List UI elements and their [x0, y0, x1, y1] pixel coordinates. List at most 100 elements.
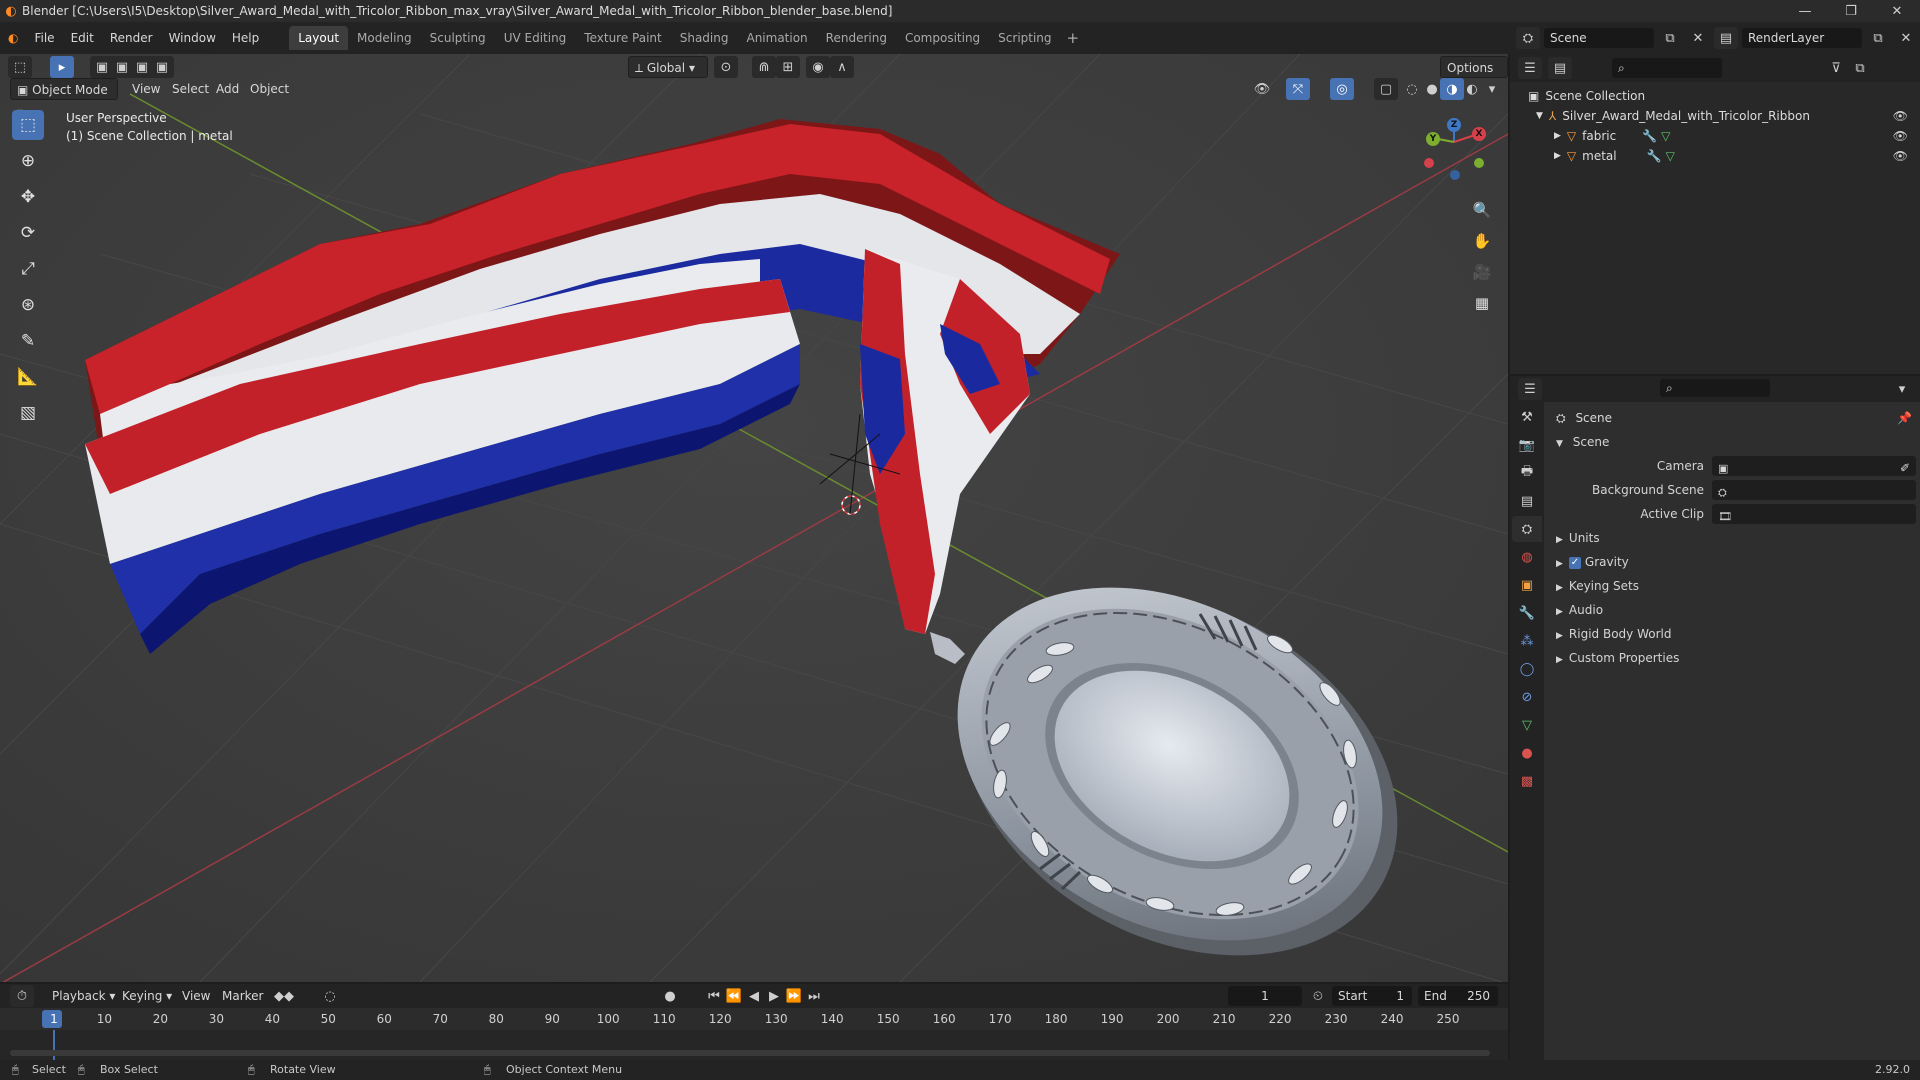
keyframe-toggle-icon[interactable]: ◌: [318, 985, 342, 1007]
material-tab-icon[interactable]: ●: [1512, 740, 1542, 766]
properties-editor-type-icon[interactable]: ☰: [1518, 378, 1542, 400]
gizmo-neg-z-axis[interactable]: [1450, 170, 1460, 180]
blender-menu-icon[interactable]: ◐: [0, 27, 26, 49]
zoom-icon[interactable]: 🔍: [1468, 196, 1496, 224]
orientation-dropdown[interactable]: ⟂ Global ▾: [628, 56, 708, 78]
current-frame-field[interactable]: 1: [1228, 986, 1302, 1006]
tool-tab-icon[interactable]: ⚒: [1512, 404, 1542, 430]
particles-tab-icon[interactable]: ⁂: [1512, 628, 1542, 654]
outliner-search-input[interactable]: ⌕: [1612, 58, 1722, 78]
viewport-menu-object[interactable]: Object: [244, 78, 295, 100]
expand-arrow-icon[interactable]: ▶: [1554, 146, 1561, 166]
add-cube-tool-icon[interactable]: ▧: [12, 398, 44, 428]
menu-window[interactable]: Window: [161, 27, 224, 49]
transform-tool-icon[interactable]: ⊛: [12, 290, 44, 320]
active-clip-field[interactable]: 🎞: [1712, 504, 1916, 524]
snap-icon[interactable]: ⋒: [752, 56, 776, 78]
timeline-editor-type-icon[interactable]: ⏱: [10, 985, 34, 1007]
falloff-icon[interactable]: ∧: [830, 56, 854, 78]
gizmo-y-axis[interactable]: Y: [1426, 132, 1440, 146]
timeline-menu-playback[interactable]: Playback ▾: [46, 985, 121, 1007]
texture-tab-icon[interactable]: ▩: [1512, 768, 1542, 794]
editor-type-icon[interactable]: ⬚: [8, 56, 32, 78]
visibility-eye-icon[interactable]: 👁: [1893, 146, 1908, 166]
navigation-gizmo[interactable]: Z X Y: [1420, 112, 1500, 192]
start-frame-field[interactable]: Start 1: [1332, 986, 1412, 1006]
keying-sets-panel-header[interactable]: ▶ Keying Sets: [1546, 574, 1920, 598]
expand-arrow-icon[interactable]: ▶: [1554, 126, 1561, 146]
tab-compositing[interactable]: Compositing: [896, 26, 989, 50]
render-tab-icon[interactable]: 📷: [1512, 432, 1542, 458]
tab-shading[interactable]: Shading: [671, 26, 738, 50]
tab-rendering[interactable]: Rendering: [817, 26, 896, 50]
options-dropdown[interactable]: Options ▾: [1440, 56, 1508, 97]
world-tab-icon[interactable]: ◍: [1512, 544, 1542, 570]
overlays-toggle-icon[interactable]: ◎: [1330, 78, 1354, 100]
viewport-menu-add[interactable]: Add: [210, 78, 245, 100]
mode-dropdown[interactable]: ▣ Object Mode ▾: [10, 78, 118, 119]
menu-edit[interactable]: Edit: [63, 27, 102, 49]
new-collection-icon[interactable]: ⧉: [1848, 57, 1872, 79]
timeline-menu-marker[interactable]: Marker: [216, 985, 269, 1007]
output-tab-icon[interactable]: 🖶: [1512, 460, 1542, 486]
annotate-tool-icon[interactable]: ✎: [12, 326, 44, 356]
scene-panel-header[interactable]: ▼ Scene: [1546, 430, 1920, 454]
timeline-track-area[interactable]: [0, 1030, 1508, 1060]
gravity-checkbox[interactable]: ✓: [1568, 556, 1581, 569]
camera-field[interactable]: ▣ ✐: [1712, 456, 1916, 476]
proportional-edit-icon[interactable]: ◉: [806, 56, 830, 78]
xray-toggle-icon[interactable]: ▢: [1374, 78, 1398, 100]
tab-animation[interactable]: Animation: [737, 26, 816, 50]
gizmo-toggle-icon[interactable]: ⤧: [1286, 78, 1310, 100]
filter-icon[interactable]: ⊽: [1824, 57, 1848, 79]
eyedropper-icon[interactable]: ✐: [1900, 456, 1910, 480]
scene-tab-icon[interactable]: ⛭: [1512, 516, 1542, 542]
pivot-point-icon[interactable]: ⊙: [714, 56, 738, 78]
timeline-scrollbar[interactable]: [10, 1050, 1490, 1056]
close-icon[interactable]: ✕: [1874, 0, 1920, 22]
tree-collection-medal[interactable]: ▼ ⅄ Silver_Award_Medal_with_Tricolor_Rib…: [1510, 106, 1920, 126]
select-box-tool-icon[interactable]: ⬚: [12, 110, 44, 140]
gizmo-neg-x-axis[interactable]: [1424, 158, 1434, 168]
gizmo-z-axis[interactable]: Z: [1447, 118, 1461, 132]
outliner-editor-type-icon[interactable]: ☰: [1518, 57, 1542, 79]
scene-type-icon[interactable]: ⛭: [1516, 27, 1540, 49]
view-layer-icon[interactable]: ▤: [1714, 27, 1738, 49]
scene-name-field[interactable]: Scene: [1544, 28, 1654, 48]
pin-icon[interactable]: 📌: [1897, 406, 1912, 430]
gizmo-x-axis[interactable]: X: [1472, 127, 1486, 141]
menu-file[interactable]: File: [26, 27, 62, 49]
audio-panel-header[interactable]: ▶ Audio: [1546, 598, 1920, 622]
move-tool-icon[interactable]: ✥: [12, 182, 44, 212]
delete-view-layer-icon[interactable]: ✕: [1894, 27, 1918, 49]
timeline-menu-keying[interactable]: Keying ▾: [116, 985, 178, 1007]
new-scene-icon[interactable]: ⧉: [1658, 27, 1682, 49]
visibility-icon[interactable]: 👁: [1250, 78, 1274, 100]
jump-end-icon[interactable]: ⏭: [802, 985, 826, 1007]
select-intersect-icon[interactable]: ▣: [150, 56, 174, 78]
shading-options-icon[interactable]: ▾: [1480, 78, 1504, 100]
physics-tab-icon[interactable]: ◯: [1512, 656, 1542, 682]
tree-object-metal[interactable]: ▶ ▽ metal 🔧 ▽ 👁: [1510, 146, 1920, 166]
menu-help[interactable]: Help: [224, 27, 267, 49]
tree-scene-collection[interactable]: ▣ Scene Collection: [1510, 86, 1920, 106]
rotate-tool-icon[interactable]: ⟳: [12, 218, 44, 248]
tab-uv-editing[interactable]: UV Editing: [495, 26, 576, 50]
pan-hand-icon[interactable]: ✋: [1468, 227, 1496, 255]
new-view-layer-icon[interactable]: ⧉: [1866, 27, 1890, 49]
camera-view-icon[interactable]: 🎥: [1468, 258, 1496, 286]
viewport-menu-select[interactable]: Select: [166, 78, 215, 100]
tab-sculpting[interactable]: Sculpting: [421, 26, 495, 50]
preview-range-icon[interactable]: ⏲: [1306, 985, 1330, 1007]
display-mode-icon[interactable]: ▤: [1548, 57, 1572, 79]
view-layer-tab-icon[interactable]: ▤: [1512, 488, 1542, 514]
properties-options-icon[interactable]: ▾: [1890, 378, 1914, 400]
timeline-ruler[interactable]: 1 10 20 30 40 50 60 70 80 90 100 110 120 130 140 150 160…: [0, 1008, 1508, 1030]
ortho-grid-icon[interactable]: ▦: [1468, 289, 1496, 317]
select-mode-icon[interactable]: ▸: [50, 56, 74, 78]
visibility-eye-icon[interactable]: 👁: [1893, 106, 1908, 126]
tab-texture-paint[interactable]: Texture Paint: [575, 26, 670, 50]
tab-modeling[interactable]: Modeling: [348, 26, 421, 50]
visibility-eye-icon[interactable]: 👁: [1893, 126, 1908, 146]
delete-scene-icon[interactable]: ✕: [1686, 27, 1710, 49]
